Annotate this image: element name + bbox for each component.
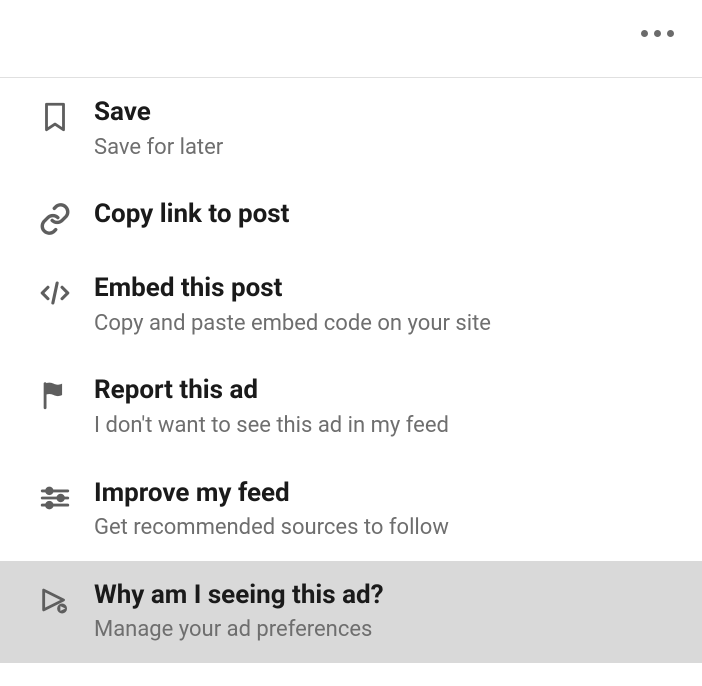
menu-item-title: Why am I seeing this ad? xyxy=(94,579,686,612)
menu-item-improve-feed[interactable]: Improve my feed Get recommended sources … xyxy=(0,459,702,561)
menu-item-report[interactable]: Report this ad I don't want to see this … xyxy=(0,356,702,458)
ad-play-icon xyxy=(34,579,76,617)
menu-item-desc: Get recommended sources to follow xyxy=(94,513,686,543)
menu-item-title: Save xyxy=(94,96,686,129)
menu-item-desc: Copy and paste embed code on your site xyxy=(94,309,686,339)
menu-item-title: Report this ad xyxy=(94,374,686,407)
post-actions-menu: Save Save for later Copy link to post Em… xyxy=(0,78,702,663)
menu-item-title: Improve my feed xyxy=(94,477,686,510)
header xyxy=(0,0,702,78)
menu-item-why-ad[interactable]: Why am I seeing this ad? Manage your ad … xyxy=(0,561,702,663)
code-icon xyxy=(34,272,76,310)
menu-item-title: Embed this post xyxy=(94,272,686,305)
sliders-icon xyxy=(34,477,76,515)
menu-item-copy-link[interactable]: Copy link to post xyxy=(0,180,702,254)
menu-item-desc: Manage your ad preferences xyxy=(94,615,686,645)
menu-item-title: Copy link to post xyxy=(94,198,686,231)
more-options-button[interactable] xyxy=(633,22,682,45)
menu-item-desc: I don't want to see this ad in my feed xyxy=(94,411,686,441)
menu-item-save[interactable]: Save Save for later xyxy=(0,78,702,180)
bookmark-icon xyxy=(34,96,76,134)
link-icon xyxy=(34,198,76,236)
menu-item-desc: Save for later xyxy=(94,133,686,163)
menu-item-embed[interactable]: Embed this post Copy and paste embed cod… xyxy=(0,254,702,356)
flag-icon xyxy=(34,374,76,412)
